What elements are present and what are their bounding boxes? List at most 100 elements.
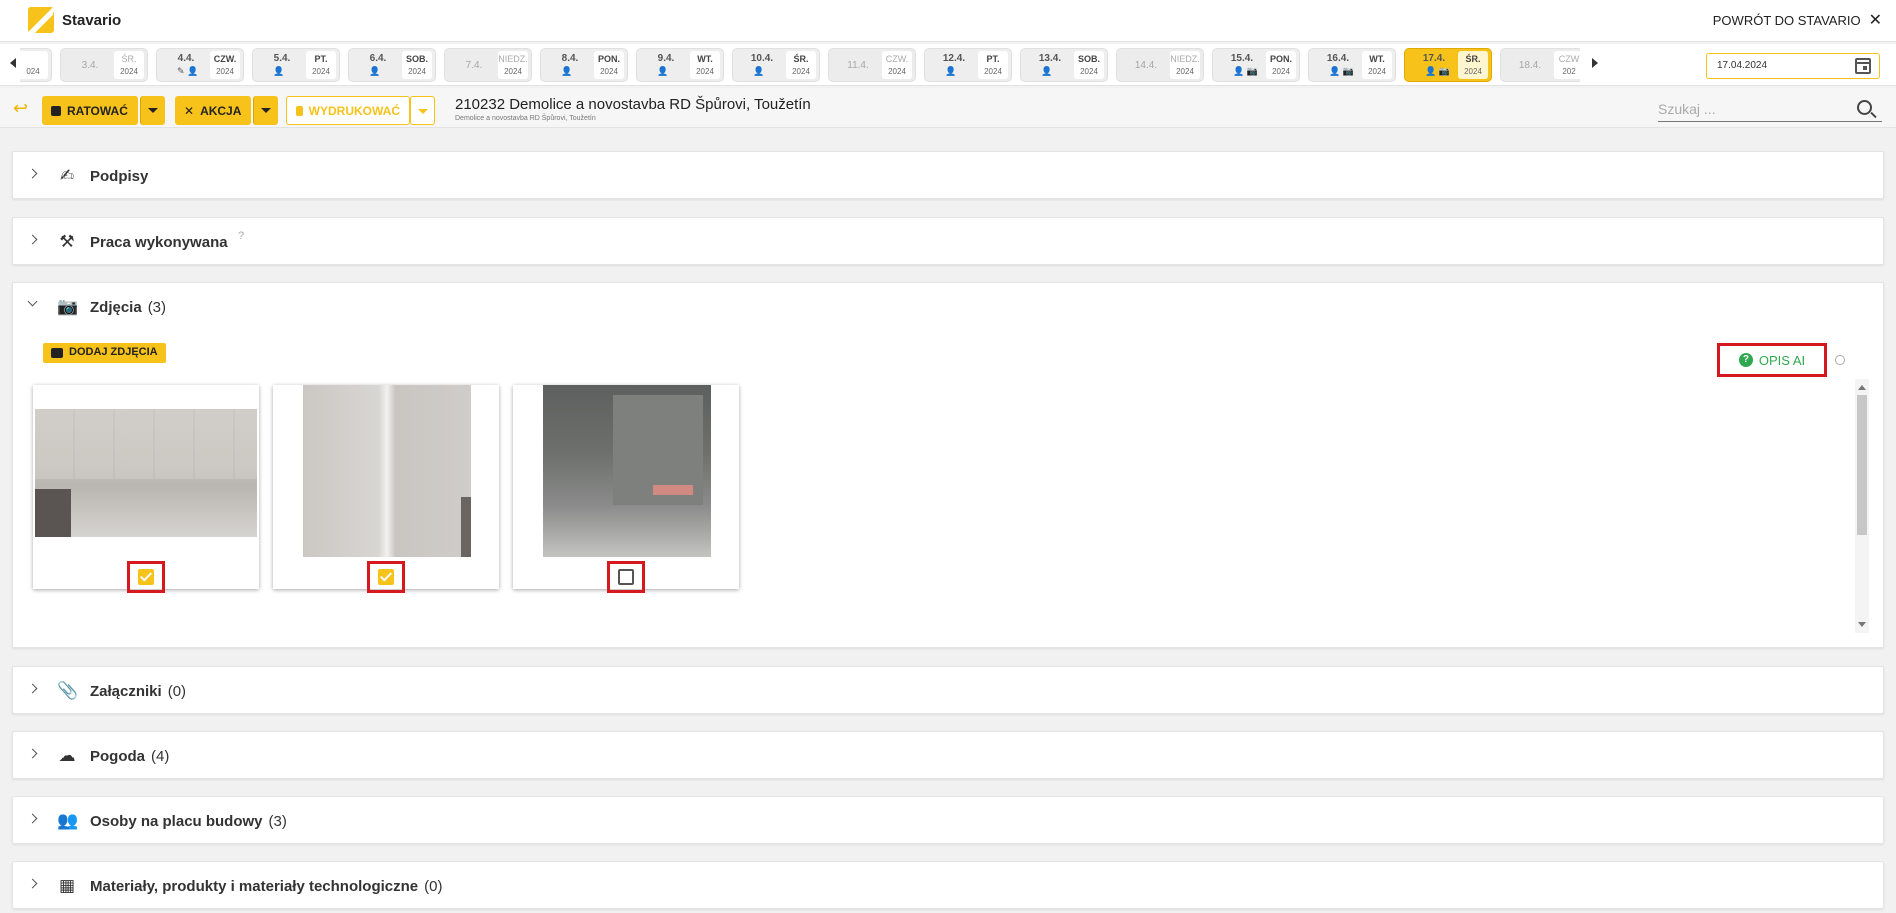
- calendar-icon[interactable]: [1855, 58, 1871, 74]
- date-label: 8.4.: [561, 53, 579, 64]
- back-arrow-icon[interactable]: ↩: [13, 99, 28, 117]
- prev-dates-icon[interactable]: [10, 58, 16, 68]
- help-icon[interactable]: ?: [238, 230, 244, 242]
- date-status-icons: 👤: [945, 66, 957, 76]
- photo-card[interactable]: [273, 385, 499, 593]
- search-placeholder: Szukaj ...: [1658, 101, 1716, 117]
- date-label: 12.4.: [942, 53, 966, 64]
- date-item[interactable]: 15.4. 👤 📷 PON. 2024: [1212, 48, 1300, 82]
- save-dropdown-button[interactable]: [140, 96, 165, 125]
- section-title: Materiały, produkty i materiały technolo…: [90, 878, 442, 895]
- section-weather[interactable]: ☁ Pogoda (4): [12, 731, 1884, 779]
- date-weekday-box: ŚR. 2024: [114, 51, 144, 79]
- chevron-right-icon[interactable]: [27, 813, 38, 824]
- action-dropdown-button[interactable]: [253, 96, 278, 125]
- date-weekday-box: CZW 202: [1554, 51, 1580, 79]
- section-attachments[interactable]: 📎 Załączniki (0): [12, 666, 1884, 714]
- section-header[interactable]: ☁ Pogoda (4): [13, 732, 1883, 780]
- help-circle-icon: ?: [1738, 353, 1753, 367]
- date-item[interactable]: 12.4. 👤 PT. 2024: [924, 48, 1012, 82]
- date-strip: WT.0243.4.ŚR.20244.4.✎ 👤CZW.20245.4.👤PT.…: [0, 44, 1896, 86]
- photo-select-checkbox[interactable]: [138, 569, 154, 585]
- section-header[interactable]: 👥 Osoby na placu budowy (3): [13, 797, 1883, 845]
- signature-icon: ✍: [59, 166, 75, 185]
- ai-description-label: OPIS AI: [1758, 352, 1806, 368]
- section-people-on-site[interactable]: 👥 Osoby na placu budowy (3): [12, 796, 1884, 844]
- date-item[interactable]: 9.4. 👤 WT. 2024: [636, 48, 724, 82]
- date-item[interactable]: 3.4. ŚR. 2024: [60, 48, 148, 82]
- date-label: 18.4.: [1518, 60, 1542, 71]
- section-header[interactable]: 📎 Załączniki (0): [13, 667, 1883, 715]
- weekday-label: ŚR.: [121, 54, 137, 64]
- photos-scrollbar[interactable]: [1855, 379, 1869, 633]
- search-field[interactable]: Szukaj ...: [1658, 98, 1882, 122]
- date-item[interactable]: 7.4. NIEDZ. 2024: [444, 48, 532, 82]
- close-icon[interactable]: ✕: [1869, 12, 1882, 28]
- project-subtitle: Demolice a novostavba RD Špůrovi, Toužet…: [455, 115, 596, 122]
- date-item[interactable]: 6.4. 👤 SOB. 2024: [348, 48, 436, 82]
- photo-thumbnail[interactable]: [303, 385, 471, 557]
- next-dates-icon[interactable]: [1592, 58, 1598, 68]
- chevron-right-icon[interactable]: [27, 748, 38, 759]
- app-logo[interactable]: Stavario: [28, 7, 121, 33]
- photo-select-checkbox[interactable]: [378, 569, 394, 585]
- section-materials[interactable]: ▦ Materiały, produkty i materiały techno…: [12, 861, 1884, 909]
- date-item[interactable]: WT.024: [20, 48, 52, 82]
- people-icon: 👥: [57, 811, 79, 830]
- search-icon[interactable]: [1857, 100, 1872, 115]
- photo-thumbnail[interactable]: [35, 409, 257, 537]
- date-item[interactable]: 8.4. 👤 PON. 2024: [540, 48, 628, 82]
- date-list: WT.0243.4.ŚR.20244.4.✎ 👤CZW.20245.4.👤PT.…: [20, 48, 1580, 82]
- back-to-stavario-link[interactable]: POWRÓT DO STAVARIO ✕: [1713, 12, 1882, 28]
- action-button[interactable]: ✕ AKCJA: [175, 96, 251, 125]
- widgets-icon: ▦: [58, 876, 76, 895]
- scroll-thumb[interactable]: [1857, 395, 1867, 535]
- scroll-up-icon[interactable]: [1858, 385, 1866, 390]
- chevron-right-icon[interactable]: [27, 878, 38, 889]
- section-signatures[interactable]: ✍ Podpisy: [12, 151, 1884, 199]
- date-label: 16.4.: [1326, 53, 1350, 64]
- materials-title: Materiały, produkty i materiały technolo…: [90, 878, 419, 895]
- lightbulb-icon[interactable]: [1835, 355, 1845, 365]
- chevron-right-icon[interactable]: [27, 234, 38, 245]
- scroll-down-icon[interactable]: [1858, 622, 1866, 627]
- photo-select-checkbox[interactable]: [618, 569, 634, 585]
- date-item[interactable]: 4.4. ✎ 👤 CZW. 2024: [156, 48, 244, 82]
- date-item-selected[interactable]: 17.4. 👤 📷 ŚR. 2024: [1404, 48, 1492, 82]
- date-weekday-box: NIEDZ. 2024: [1170, 51, 1200, 79]
- print-button[interactable]: WYDRUKOWAĆ: [286, 96, 410, 125]
- date-item[interactable]: 13.4. 👤 SOB. 2024: [1020, 48, 1108, 82]
- chevron-down-icon: [261, 108, 271, 113]
- chevron-down-icon[interactable]: [27, 296, 38, 307]
- date-picker-input[interactable]: 17.04.2024: [1706, 53, 1880, 79]
- paperclip-icon: 📎: [57, 681, 79, 700]
- add-photo-button[interactable]: DODAJ ZDJĘCIA: [43, 343, 166, 363]
- date-item[interactable]: 18.4. CZW 202: [1500, 48, 1580, 82]
- date-item[interactable]: 5.4. 👤 PT. 2024: [252, 48, 340, 82]
- photo-card[interactable]: [513, 385, 739, 593]
- weekday-label: WT.: [697, 54, 713, 64]
- date-item[interactable]: 11.4. CZW. 2024: [828, 48, 916, 82]
- section-header[interactable]: ✍ Podpisy: [13, 152, 1883, 200]
- save-button[interactable]: RATOWAĆ: [42, 96, 138, 125]
- date-item[interactable]: 14.4. NIEDZ. 2024: [1116, 48, 1204, 82]
- year-label: 024: [26, 67, 40, 76]
- section-header[interactable]: 📷 Zdjęcia (3): [13, 283, 1883, 331]
- ai-description-button[interactable]: ? OPIS AI: [1717, 343, 1827, 377]
- date-status-icons: 👤 📷: [1233, 66, 1258, 76]
- date-item[interactable]: 10.4. 👤 ŚR. 2024: [732, 48, 820, 82]
- photo-card[interactable]: [33, 385, 259, 593]
- weekday-label: NIEDZ.: [1170, 54, 1200, 64]
- date-label: 4.4.: [177, 53, 195, 64]
- date-weekday-box: 024: [20, 51, 48, 79]
- section-work-done[interactable]: ⚒ Praca wykonywana ?: [12, 217, 1884, 265]
- section-header[interactable]: ⚒ Praca wykonywana ?: [13, 218, 1883, 266]
- chevron-right-icon[interactable]: [27, 683, 38, 694]
- year-label: 2024: [888, 67, 906, 76]
- date-weekday-box: ŚR. 2024: [786, 51, 816, 79]
- section-header[interactable]: ▦ Materiały, produkty i materiały techno…: [13, 862, 1883, 910]
- date-item[interactable]: 16.4. 👤 📷 WT. 2024: [1308, 48, 1396, 82]
- print-dropdown-button[interactable]: [410, 96, 435, 125]
- chevron-right-icon[interactable]: [27, 168, 38, 179]
- photo-thumbnail[interactable]: [543, 385, 711, 557]
